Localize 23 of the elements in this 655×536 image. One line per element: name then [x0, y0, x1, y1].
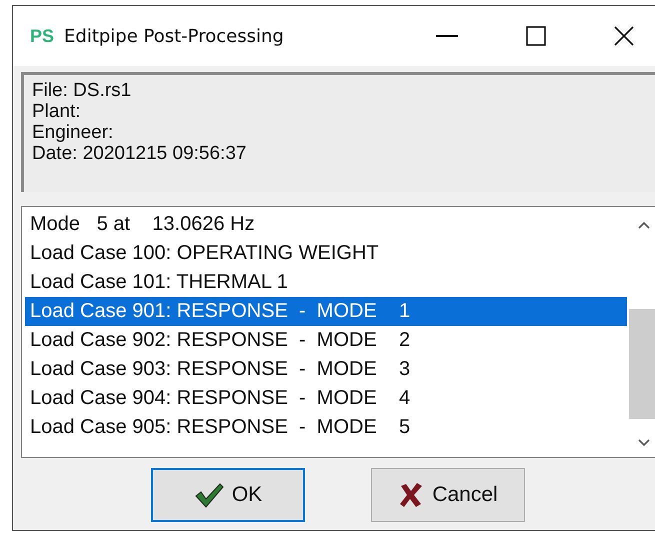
scroll-up-icon[interactable] [638, 221, 650, 229]
scroll-down-icon[interactable] [638, 439, 650, 447]
window-title: Editpipe Post-Processing [64, 26, 284, 46]
info-line: Engineer: [32, 122, 114, 143]
close-icon[interactable] [614, 26, 634, 46]
list-item[interactable]: Load Case 903: RESPONSE - MODE 3 [25, 355, 627, 384]
list-item[interactable]: Load Case 101: THERMAL 1 [25, 268, 627, 297]
info-line: Plant: [32, 101, 82, 122]
list-item[interactable]: Load Case 904: RESPONSE - MODE 4 [25, 384, 627, 413]
cancel-button[interactable]: Cancel [371, 468, 525, 522]
maximize-icon[interactable] [526, 26, 546, 46]
cross-icon [398, 482, 424, 508]
list-item[interactable]: Load Case 902: RESPONSE - MODE 2 [25, 326, 627, 355]
list-item[interactable]: Load Case 100: OPERATING WEIGHT [25, 239, 627, 268]
list-item[interactable]: Load Case 905: RESPONSE - MODE 5 [25, 413, 627, 442]
ok-button[interactable]: OK [151, 468, 305, 522]
scrollbar-thumb[interactable] [629, 309, 655, 419]
app-logo: PS [30, 26, 54, 46]
info-line: Date: 20201215 09:56:37 [32, 143, 248, 164]
checkmark-icon [194, 482, 224, 508]
list-item[interactable]: Load Case 901: RESPONSE - MODE 1 [25, 297, 627, 326]
info-line: File: DS.rs1 [32, 80, 132, 101]
list-item[interactable]: Mode 5 at 13.0626 Hz [25, 210, 627, 239]
